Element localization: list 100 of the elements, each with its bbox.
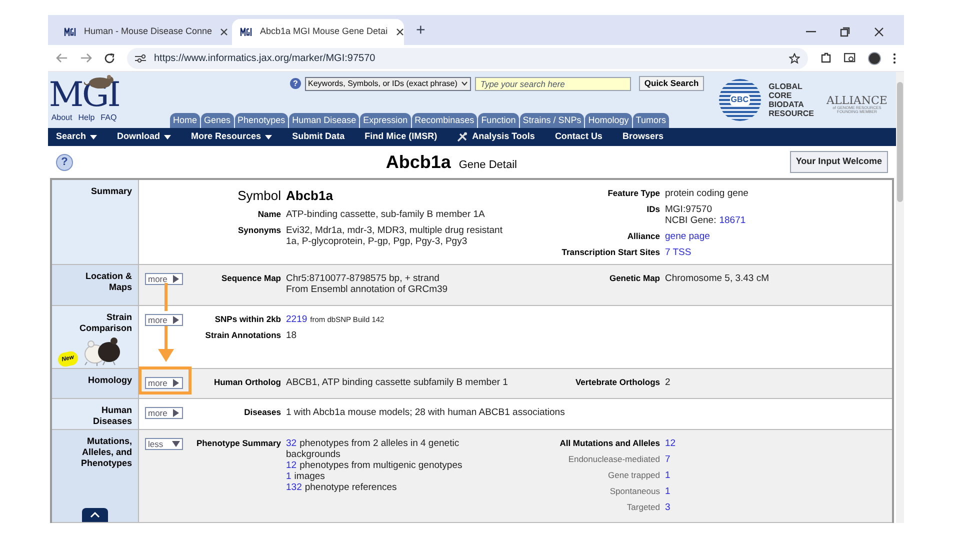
field-value: protein coding gene [665, 188, 748, 199]
nav-tab[interactable]: Phenotypes [234, 113, 288, 128]
dropdown-caret-icon[interactable] [461, 81, 468, 86]
nav-menu-item[interactable]: Analysis Tools [457, 130, 535, 144]
value-link[interactable]: 2219 [286, 314, 308, 325]
back-to-top-button[interactable] [82, 508, 108, 522]
field-value: phenotypes from 2 alleles in 4 genetic [300, 438, 460, 449]
search-scope-select[interactable]: Keywords, Symbols, or IDs (exact phrase) [305, 76, 472, 90]
nav-menu-item[interactable]: Find Mice (IMSR) [364, 130, 438, 144]
triangle-icon [172, 275, 180, 283]
feedback-button[interactable]: Your Input Welcome [790, 151, 888, 173]
header-link[interactable]: About [51, 112, 72, 124]
nav-tab[interactable]: Home [170, 113, 200, 128]
value-link[interactable]: 1 [665, 486, 670, 497]
nav-tab[interactable]: Tumors [632, 113, 669, 128]
nav-tab[interactable]: Homology [585, 113, 632, 128]
value-link[interactable]: 18671 [719, 215, 746, 226]
search-field[interactable]: Type your search here [475, 76, 632, 90]
value-link[interactable]: 32 [286, 438, 297, 449]
value-link[interactable]: 132 [286, 482, 302, 493]
nav-menu-item[interactable]: Contact Us [554, 130, 602, 144]
browser-tab[interactable]: Abcb1a MGI Mouse Gene Detai [232, 19, 404, 45]
toggle-button[interactable]: more [145, 273, 183, 285]
back-icon[interactable] [56, 53, 68, 63]
new-tab-button[interactable]: + [416, 23, 426, 39]
section-label: Mutations, Alleles, and Phenotypes [80, 436, 132, 469]
help-icon[interactable]: ? [290, 78, 301, 89]
field-label: Transcription Start Sites [560, 247, 660, 258]
value-link[interactable]: 1 [286, 471, 292, 482]
close-icon[interactable] [396, 28, 404, 36]
field-value: 1 with Abcb1a mouse models; 28 with human ABCB1 associations [286, 407, 565, 418]
triangle-icon [172, 440, 180, 448]
close-icon[interactable] [874, 27, 884, 37]
forward-icon[interactable] [80, 53, 92, 63]
value-link[interactable]: 7 [665, 454, 670, 465]
field-label: Spontaneous [608, 486, 660, 497]
section-label: Location & Maps [84, 271, 132, 293]
nav-menu-item[interactable]: Submit Data [292, 130, 345, 144]
site-settings-icon[interactable] [135, 54, 146, 62]
gbc-name: GLOBAL CORE BIODATA RESOURCE [768, 82, 814, 118]
field-label: Vertebrate Orthologs [574, 377, 660, 388]
nav-tab[interactable]: Strains / SNPs [520, 113, 584, 128]
field-value: MGI:97570 [665, 204, 712, 215]
field-value: phenotypes from multigenic genotypes [300, 460, 462, 471]
field-label: Feature Type [606, 188, 660, 199]
close-icon[interactable] [220, 28, 228, 36]
value-link[interactable]: 1 [665, 470, 670, 481]
address-bar[interactable]: https://www.informatics.jax.org/marker/MGI:97570 [127, 48, 808, 68]
header-link[interactable]: Help [78, 112, 95, 124]
field-label: Strain Annotations [204, 330, 281, 341]
value-link[interactable]: 12 [665, 438, 676, 449]
toggle-button[interactable]: more [145, 407, 183, 419]
help-icon[interactable]: ? [56, 154, 73, 170]
field-value: 2 [665, 377, 670, 388]
highlight-box [138, 366, 192, 394]
nav-tab[interactable]: Expression [360, 113, 411, 128]
field-label: Alliance [626, 231, 660, 242]
field-label: Targeted [626, 502, 660, 513]
value-link[interactable]: 7 TSS [665, 247, 692, 258]
profile-avatar[interactable] [868, 52, 881, 64]
triangle-icon [172, 379, 180, 387]
nav-tab[interactable]: Genes [201, 113, 234, 128]
value-link[interactable]: 12 [286, 460, 297, 471]
gene-symbol-title: Abcb1a [386, 150, 451, 174]
nav-tab[interactable]: Function [478, 113, 519, 128]
value-link[interactable]: 3 [665, 502, 670, 513]
menu-icon[interactable] [893, 52, 896, 64]
nav-tab[interactable]: Recombinases [412, 113, 478, 128]
tab-search-icon[interactable] [844, 52, 856, 64]
caret-icon [265, 134, 272, 140]
restore-icon[interactable] [840, 27, 850, 37]
field-value: Evi32, Mdr1a, mdr-3, MDR3, multiple drug resistant [286, 225, 502, 236]
nav-menu-item[interactable]: Browsers [622, 130, 664, 144]
header-link[interactable]: FAQ [100, 112, 117, 124]
section-label: Summary [90, 186, 132, 197]
nav-tab[interactable]: Human Disease [289, 113, 360, 128]
scrollbar[interactable] [896, 72, 904, 523]
toggle-button[interactable]: less [145, 438, 183, 450]
value-link[interactable]: gene page [665, 231, 710, 242]
nav-menu-item[interactable]: Search [56, 130, 98, 144]
minimize-icon[interactable] [806, 31, 816, 33]
nav-menu-item[interactable]: More Resources [191, 130, 272, 144]
field-label: Synonyms [237, 225, 281, 236]
nav-menu-item[interactable]: Download [117, 130, 172, 144]
chevron-up-icon [90, 512, 100, 518]
field-label: Endonuclease-mediated [567, 454, 660, 465]
star-icon[interactable] [789, 52, 800, 64]
browser-tab[interactable]: Human - Mouse Disease Conne [56, 19, 228, 45]
field-value: Abcb1a [286, 188, 333, 204]
extensions-icon[interactable] [820, 52, 832, 64]
toggle-button[interactable]: more [145, 377, 183, 389]
caret-icon [164, 134, 172, 140]
reload-icon[interactable] [104, 52, 115, 64]
field-value: ABCB1, ATP binding cassette subfamily B member 1 [286, 377, 508, 388]
field-value: 18 [286, 330, 297, 341]
favicon [240, 27, 252, 37]
field-label: Gene trapped [607, 470, 660, 481]
field-label: IDs [646, 204, 660, 215]
quick-search-button[interactable]: Quick Search [639, 76, 704, 91]
toggle-button[interactable]: more [145, 314, 183, 326]
